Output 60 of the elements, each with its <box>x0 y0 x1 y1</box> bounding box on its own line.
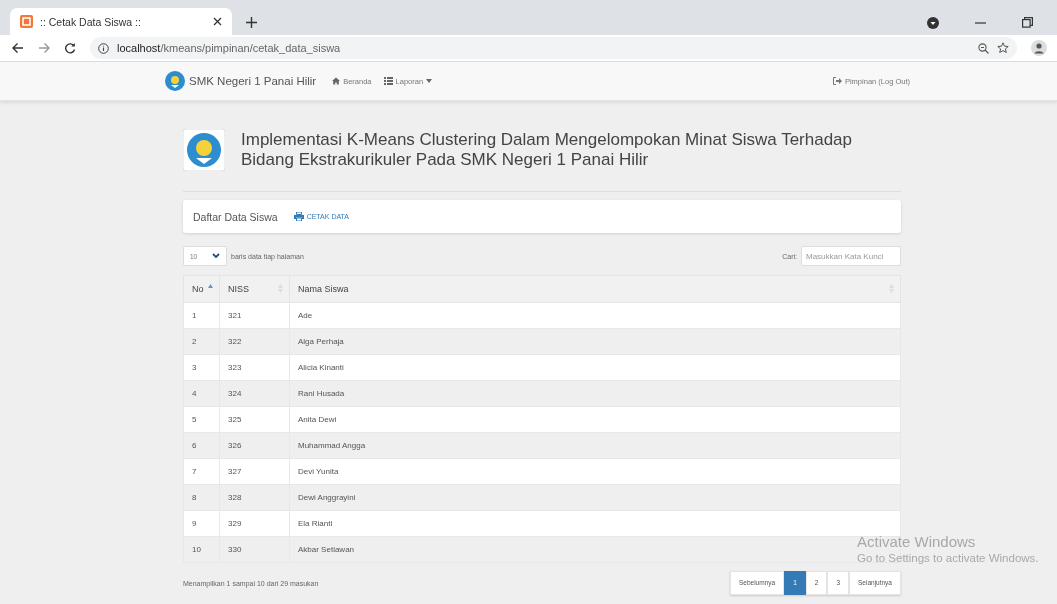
school-logo-icon <box>183 129 225 171</box>
table-cell: 325 <box>219 406 290 433</box>
page-heading: Implementasi K-Means Clustering Dalam Mengelompokan Minat Siswa Terhadap Bidang Ekstrakurikuler Pada SMK Negeri 1 Panai Hilir <box>241 130 854 170</box>
table-cell: Ela Rianti <box>289 510 901 537</box>
table-cell: 323 <box>219 354 290 381</box>
table-cell: 322 <box>219 328 290 355</box>
table-cell: Muhammad Angga <box>289 432 901 459</box>
table-cell: Rani Husada <box>289 380 901 407</box>
table-cell: 1 <box>183 302 220 329</box>
back-icon[interactable] <box>12 42 24 54</box>
app-icon <box>20 15 33 28</box>
restore-icon[interactable] <box>1022 17 1033 28</box>
table-cell: 321 <box>219 302 290 329</box>
caret-icon <box>426 79 433 83</box>
table-cell: 2 <box>183 328 220 355</box>
sign-out-icon <box>832 77 842 85</box>
avatar-icon[interactable] <box>1031 40 1047 56</box>
table-cell: 328 <box>219 484 290 511</box>
column-header[interactable]: No <box>183 275 220 303</box>
printer-icon <box>293 212 304 221</box>
table-cell: Ade <box>289 302 901 329</box>
list-icon <box>383 77 393 85</box>
table-cell: Alicia Kinanti <box>289 354 901 381</box>
panel-title: Daftar Data Siswa <box>193 210 278 223</box>
tab-title: :: Cetak Data Siswa :: <box>40 15 142 28</box>
table-cell: Anita Dewi <box>289 406 901 433</box>
zoom-icon[interactable] <box>978 42 989 54</box>
browser-tab[interactable]: :: Cetak Data Siswa :: <box>10 8 232 35</box>
star-icon[interactable] <box>997 42 1009 54</box>
column-header[interactable]: NISS <box>219 275 290 303</box>
address-field[interactable]: localhost/kmeans/pimpinan/cetak_data_siswa <box>90 37 1017 59</box>
table-cell: 327 <box>219 458 290 485</box>
table-cell: 329 <box>219 510 290 537</box>
table-cell: 6 <box>183 432 220 459</box>
table-cell: 324 <box>219 380 290 407</box>
forward-icon[interactable] <box>38 42 50 54</box>
table-cell: Devi Yunita <box>289 458 901 485</box>
table-cell: 4 <box>183 380 220 407</box>
new-tab-icon[interactable] <box>246 17 257 28</box>
school-logo-icon <box>165 71 185 91</box>
table-cell: 330 <box>219 536 290 563</box>
reload-icon[interactable] <box>64 42 76 54</box>
chevron-icon <box>212 253 220 259</box>
table-cell: Alga Perhaja <box>289 328 901 355</box>
table-cell: 9 <box>183 510 220 537</box>
table-cell: Dewi Anggrayini <box>289 484 901 511</box>
profile-dot-icon[interactable] <box>927 16 939 29</box>
table-cell: 3 <box>183 354 220 381</box>
table-cell: 326 <box>219 432 290 459</box>
activation-text: Go to Settings to activate Windows. <box>857 552 1039 564</box>
column-header[interactable]: Nama Siswa <box>289 275 901 303</box>
table-cell: 8 <box>183 484 220 511</box>
brand-link[interactable]: SMK Negeri 1 Panai Hilir <box>165 71 317 91</box>
table-cell: 7 <box>183 458 220 485</box>
info-icon <box>98 42 109 54</box>
close-icon[interactable] <box>213 17 222 26</box>
table-cell: 5 <box>183 406 220 433</box>
table-cell: 10 <box>183 536 220 563</box>
search-field[interactable]: Masukkan Kata Kunci <box>801 246 901 266</box>
home-icon <box>332 77 341 85</box>
